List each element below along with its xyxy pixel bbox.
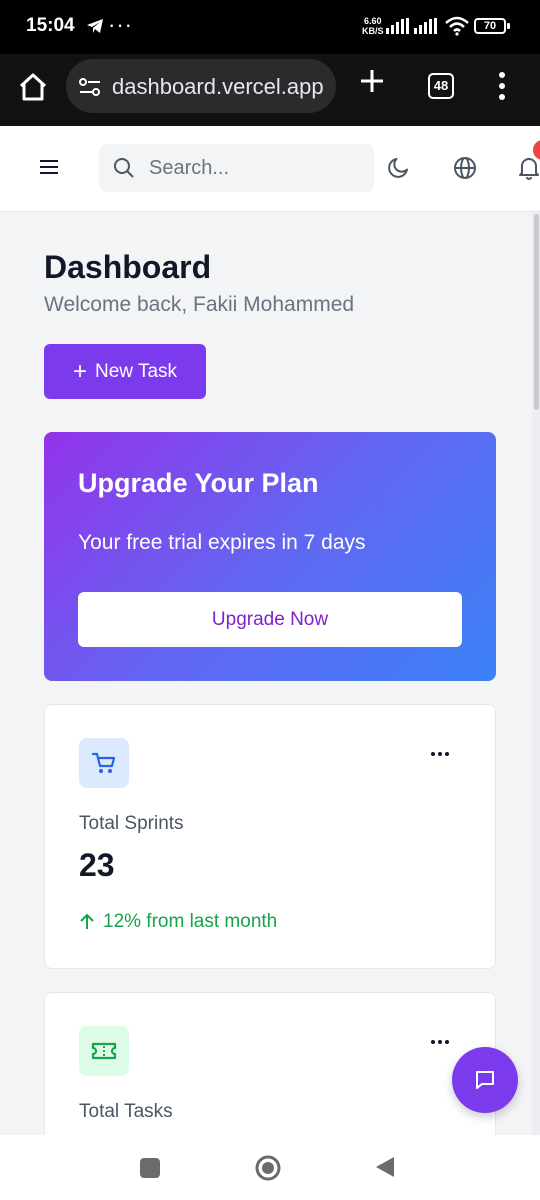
home-icon[interactable] — [18, 73, 48, 101]
stat-trend-text: 12% from last month — [103, 911, 278, 932]
address-bar[interactable]: dashboard.vercel.app — [66, 59, 336, 113]
plus-icon: + — [72, 357, 87, 385]
battery-tip — [507, 23, 510, 29]
stat-label: Total Tasks — [79, 1101, 173, 1122]
stat-trend: 12% from last month — [79, 911, 277, 933]
more-notifications-indicator: ··· — [108, 12, 133, 37]
cart-icon — [91, 752, 116, 773]
search-input[interactable]: Search... — [149, 157, 229, 180]
moon-icon[interactable] — [387, 155, 411, 179]
upgrade-description: Your free trial expires in 7 days — [78, 531, 366, 554]
search-icon — [114, 158, 134, 178]
stat-value: 23 — [79, 847, 115, 883]
more-options-icon[interactable] — [430, 751, 450, 757]
url-text[interactable]: dashboard.vercel.app — [112, 74, 324, 100]
globe-icon[interactable] — [453, 156, 477, 180]
upgrade-heading: Upgrade Your Plan — [78, 468, 319, 498]
stat-label: Total Sprints — [79, 813, 184, 834]
upgrade-card: Upgrade Your Plan Your free trial expire… — [44, 432, 496, 681]
telegram-icon — [87, 19, 103, 33]
ticket-icon — [91, 1042, 117, 1060]
status-bar: 15:04 ··· 6.60 KB/S 70 — [0, 0, 540, 54]
new-task-label: New Task — [95, 360, 178, 382]
site-settings-icon[interactable] — [78, 77, 102, 97]
status-time: 15:04 — [26, 15, 75, 36]
signal-icon — [414, 18, 437, 34]
back-button[interactable] — [374, 1155, 396, 1179]
browser-menu-icon[interactable] — [498, 71, 506, 101]
app-header: Search... — [0, 126, 540, 212]
welcome-message: Welcome back, Fakii Mohammed — [44, 293, 355, 316]
chat-button[interactable] — [452, 1047, 518, 1113]
chat-icon — [476, 1071, 494, 1089]
network-speed-unit: KB/S — [362, 26, 384, 36]
signal-icon — [386, 18, 409, 34]
stat-card-total-sprints: Total Sprints 23 12% from last month — [44, 704, 496, 969]
more-options-icon[interactable] — [430, 1039, 450, 1045]
tab-switcher-button[interactable]: 48 — [428, 73, 454, 99]
scrollbar-thumb[interactable] — [534, 214, 539, 410]
system-navigation-bar — [0, 1135, 540, 1200]
network-speed: 6.60 KB/S — [362, 16, 384, 36]
upgrade-now-button[interactable]: Upgrade Now — [78, 592, 462, 647]
network-speed-value: 6.60 — [363, 16, 382, 26]
menu-icon[interactable] — [40, 159, 58, 175]
arrow-up-icon — [80, 913, 94, 929]
wifi-icon — [445, 16, 469, 36]
stat-icon-box — [79, 1026, 129, 1076]
browser-toolbar: dashboard.vercel.app 48 — [0, 54, 540, 126]
stat-icon-box — [79, 738, 129, 788]
search-bar[interactable]: Search... — [99, 144, 374, 192]
battery-icon: 70 — [474, 18, 506, 34]
new-task-button[interactable]: + New Task — [44, 344, 206, 399]
recent-apps-button[interactable] — [140, 1158, 160, 1178]
home-button[interactable] — [254, 1154, 282, 1182]
bell-icon[interactable] — [518, 156, 540, 180]
page-title: Dashboard — [44, 249, 212, 285]
new-tab-icon[interactable] — [358, 67, 386, 95]
